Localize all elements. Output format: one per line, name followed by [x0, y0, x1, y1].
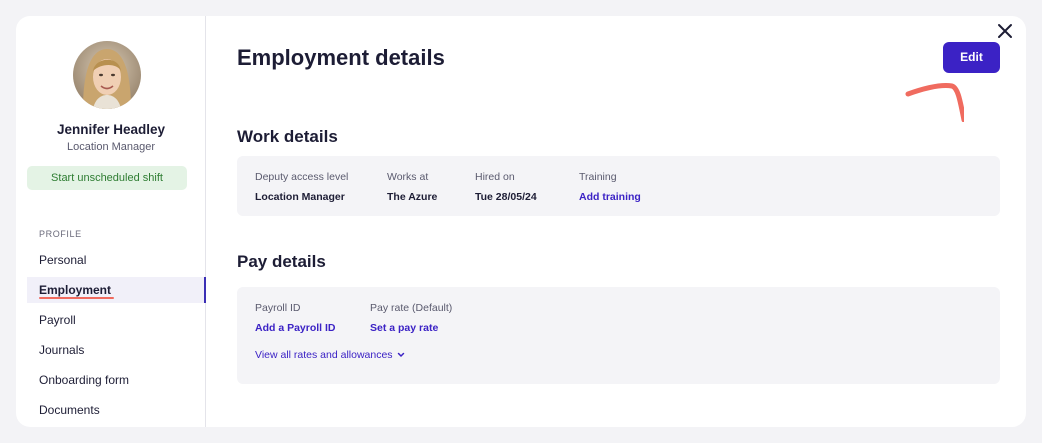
payroll-id-label: Payroll ID: [255, 302, 301, 314]
profile-name: Jennifer Headley: [56, 122, 166, 137]
works-at-label: Works at: [387, 171, 429, 183]
sidebar-item-documents[interactable]: Documents: [27, 397, 206, 423]
avatar: [73, 41, 141, 109]
start-unscheduled-shift-button[interactable]: Start unscheduled shift: [27, 166, 187, 190]
profile-role: Location Manager: [66, 141, 156, 153]
pay-details-heading: Pay details: [237, 252, 326, 271]
employee-profile-modal: Jennifer Headley Location Manager Start …: [16, 16, 1026, 427]
sidebar-item-payroll[interactable]: Payroll: [27, 307, 206, 333]
works-at-value: The Azure: [387, 191, 438, 203]
profile-section-label: PROFILE: [39, 229, 82, 239]
add-training-link[interactable]: Add training: [579, 191, 641, 203]
training-label: Training: [579, 171, 617, 183]
pay-rate-label: Pay rate (Default): [370, 302, 453, 314]
hired-on-value: Tue 28/05/24: [475, 191, 537, 203]
sidebar-item-personal[interactable]: Personal: [27, 247, 206, 273]
chevron-down-icon: [398, 352, 405, 358]
edit-button[interactable]: Edit: [943, 42, 1000, 73]
pay-details-card: Payroll ID Add a Payroll ID Pay rate (De…: [237, 287, 1000, 384]
access-level-label: Deputy access level: [255, 171, 349, 183]
annotation-arrow-mark: [905, 83, 964, 122]
access-level-value: Location Manager: [255, 191, 345, 203]
sidebar-item-employment[interactable]: Employment: [27, 277, 206, 303]
sidebar: Jennifer Headley Location Manager Start …: [16, 16, 206, 427]
work-details-heading: Work details: [237, 127, 338, 146]
page-title: Employment details: [237, 45, 445, 70]
sidebar-item-journals[interactable]: Journals: [27, 337, 206, 363]
close-icon: [998, 24, 1012, 38]
hired-on-label: Hired on: [475, 171, 515, 183]
view-all-rates-label: View all rates and allowances: [255, 349, 393, 361]
active-annotation-underline: [39, 297, 114, 299]
work-details-card: Deputy access level Location Manager Wor…: [237, 156, 1000, 216]
close-button[interactable]: [994, 20, 1016, 42]
add-payroll-id-link[interactable]: Add a Payroll ID: [255, 322, 336, 334]
set-pay-rate-link[interactable]: Set a pay rate: [370, 322, 438, 334]
sidebar-item-onboarding-form[interactable]: Onboarding form: [27, 367, 206, 393]
view-all-rates-link[interactable]: View all rates and allowances: [255, 349, 405, 361]
